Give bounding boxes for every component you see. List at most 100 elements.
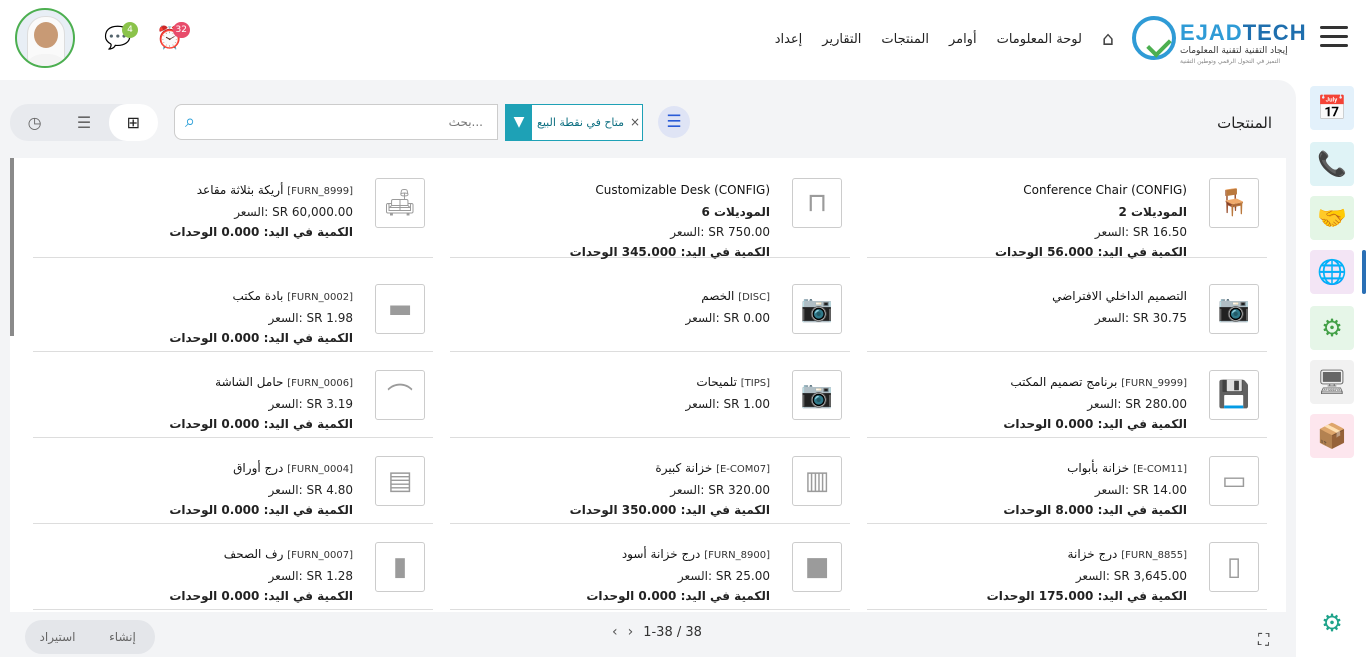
product-card[interactable]: 🛋 أريكة بثلاثة مقاعد [FURN_8999] السعر: SR…: [33, 160, 433, 258]
product-name: رف الصحف: [223, 547, 284, 561]
pager-next-icon[interactable]: ›: [628, 624, 634, 640]
product-image-pad-icon: ▬: [375, 284, 425, 334]
product-image-stand-icon: ⌒: [375, 370, 425, 420]
product-code: [FURN_8999]: [287, 186, 353, 197]
product-price: السعر: SR 30.75: [1094, 311, 1187, 325]
user-avatar[interactable]: [15, 8, 75, 68]
menu-item-dashboard[interactable]: لوحة المعلومات: [997, 32, 1082, 47]
product-price: السعر: SR 280.00: [1087, 397, 1187, 411]
menu-item-orders[interactable]: أوامر: [949, 32, 977, 47]
product-code: [FURN_0002]: [287, 292, 353, 303]
product-card[interactable]: ⌒ حامل الشاشة [FURN_0006] السعر: SR 3.19 ال…: [33, 352, 433, 438]
product-image-rack-icon: ▮: [375, 542, 425, 592]
product-code: [FURN_0006]: [287, 378, 353, 389]
product-image-placeholder-icon: 📷: [792, 370, 842, 420]
facet-remove-icon[interactable]: ×: [628, 105, 642, 140]
inventory-icon[interactable]: 📦: [1310, 414, 1354, 458]
product-quantity: الكمية في اليد: 8.000 الوحدات: [1003, 503, 1187, 517]
product-quantity: الكمية في اليد: 0.000 الوحدات: [169, 331, 353, 345]
product-code: [FURN_9999]: [1121, 378, 1187, 389]
product-price: السعر: SR 4.80: [268, 483, 353, 497]
settings-gears-icon[interactable]: ⚙: [1310, 306, 1354, 350]
settings-gear-icon[interactable]: ⚙: [1310, 601, 1354, 645]
product-price: السعر: SR 750.00: [670, 225, 770, 239]
logo-mark-icon: [1132, 16, 1176, 60]
product-card[interactable]: 📷 الخصم [DISC] السعر: SR 0.00: [450, 266, 850, 352]
crm-icon[interactable]: 🤝: [1310, 196, 1354, 240]
search-facet[interactable]: ▼ متاح في نقطة البيع ×: [505, 104, 643, 141]
calendar-icon[interactable]: 📅: [1310, 86, 1354, 130]
search-bar[interactable]: ⌕: [174, 104, 498, 140]
product-card[interactable]: ⊓ Customizable Desk (CONFIG) 6 الموديلات ا…: [450, 160, 850, 259]
product-price: السعر: SR 1.98: [268, 311, 353, 325]
product-variants: 2 الموديلات: [1118, 205, 1187, 219]
product-image-chair-icon: 🪑: [1209, 178, 1259, 228]
menu-item-configuration[interactable]: إعداد: [775, 32, 803, 47]
messages-count-badge: 4: [122, 22, 138, 38]
product-quantity: الكمية في اليد: 0.000 الوحدات: [169, 503, 353, 517]
product-name: تلميحات: [696, 375, 737, 389]
product-code: [E-COM07]: [716, 464, 770, 475]
product-card[interactable]: ▯ درج خزانة [FURN_8855] السعر: SR 3,645.00…: [867, 524, 1267, 610]
search-input[interactable]: [215, 105, 483, 139]
fullscreen-expand-icon[interactable]: ⛶: [1258, 630, 1269, 650]
product-card[interactable]: ▮ رف الصحف [FURN_0007] السعر: SR 1.28 الكمي…: [33, 524, 433, 610]
logo-subtagline: التميز في التحول الرقمي وتوطين التقنية: [1180, 58, 1281, 65]
messages-chat-icon[interactable]: 💬 4: [104, 22, 138, 52]
product-image-cabinet-icon: ▭: [1209, 456, 1259, 506]
product-quantity: الكمية في اليد: 0.000 الوحدات: [169, 417, 353, 431]
product-variants: 6 الموديلات: [701, 205, 770, 219]
product-card[interactable]: ▥ خزانة كبيرة [E-COM07] السعر: SR 320.00 ال…: [450, 438, 850, 524]
filter-funnel-icon: ▼: [506, 105, 532, 140]
search-icon[interactable]: ⌕: [185, 111, 195, 132]
product-card[interactable]: ▬ بادة مكتب [FURN_0002] السعر: SR 1.98 الكم…: [33, 266, 433, 352]
pager-value[interactable]: 1-38 / 38: [643, 625, 702, 640]
activities-clock-icon[interactable]: ⏰ 32: [156, 22, 190, 52]
product-quantity: الكمية في اليد: 345.000 الوحدات: [569, 245, 770, 259]
list-view-icon[interactable]: ☰: [59, 104, 108, 141]
product-info: التصميم الداخلي الافتراضي السعر: SR 30.7…: [877, 286, 1187, 328]
pager: ‹ › 1-38 / 38: [612, 624, 702, 640]
product-info: أريكة بثلاثة مقاعد [FURN_8999] السعر: SR …: [43, 180, 353, 242]
menu-item-reports[interactable]: التقارير: [822, 32, 861, 47]
product-card[interactable]: 💾 برنامج تصميم المكتب [FURN_9999] السعر: S…: [867, 352, 1267, 438]
product-price: السعر: SR 0.00: [685, 311, 770, 325]
contacts-icon[interactable]: 📞: [1310, 142, 1354, 186]
product-info: درج خزانة [FURN_8855] السعر: SR 3,645.00 ا…: [877, 544, 1187, 606]
product-quantity: الكمية في اليد: 175.000 الوحدات: [986, 589, 1187, 603]
pos-icon[interactable]: 🖥: [1310, 360, 1354, 404]
menu-toggle-icon[interactable]: [1320, 26, 1348, 47]
import-button[interactable]: استيراد: [25, 620, 90, 654]
product-quantity: الكمية في اليد: 0.000 الوحدات: [1003, 417, 1187, 431]
product-image-sofa-icon: 🛋: [375, 178, 425, 228]
product-price: السعر: SR 60,000.00: [234, 205, 353, 219]
product-price: السعر: SR 16.50: [1094, 225, 1187, 239]
product-name: Customizable Desk (CONFIG): [595, 183, 770, 197]
product-quantity: الكمية في اليد: 0.000 الوحدات: [169, 589, 353, 603]
product-card[interactable]: ■ درج خزانة أسود [FURN_8900] السعر: SR 25.…: [450, 524, 850, 610]
product-info: برنامج تصميم المكتب [FURN_9999] السعر: SR…: [877, 372, 1187, 434]
pager-previous-icon[interactable]: ‹: [612, 624, 618, 640]
activity-view-clock-icon[interactable]: ◷: [10, 104, 59, 141]
product-image-desk-icon: ⊓: [792, 178, 842, 228]
kanban-view-grid-icon[interactable]: ⊞: [108, 104, 158, 141]
product-image-software-icon: 💾: [1209, 370, 1259, 420]
product-name: أريكة بثلاثة مقاعد: [196, 183, 284, 197]
product-card[interactable]: 📷 التصميم الداخلي الافتراضي السعر: SR 30.…: [867, 266, 1267, 352]
product-info: درج أوراق [FURN_0004] السعر: SR 4.80 الكمي…: [43, 458, 353, 520]
product-card[interactable]: ▭ خزانة بأبواب [E-COM11] السعر: SR 14.00 ال…: [867, 438, 1267, 524]
home-icon[interactable]: ⌂: [1102, 30, 1114, 49]
website-icon[interactable]: 🌐: [1310, 250, 1366, 294]
scrollbar[interactable]: [10, 158, 14, 336]
product-card[interactable]: ▤ درج أوراق [FURN_0004] السعر: SR 4.80 الكم…: [33, 438, 433, 524]
menu-item-products[interactable]: المنتجات: [881, 32, 929, 47]
product-code: [FURN_0004]: [287, 464, 353, 475]
product-quantity: الكمية في اليد: 56.000 الوحدات: [995, 245, 1187, 259]
company-logo[interactable]: EJADTECH إيجاد التقنية لتقنية المعلومات …: [1132, 12, 1306, 68]
product-image-placeholder-icon: 📷: [792, 284, 842, 334]
create-button[interactable]: إنشاء: [90, 620, 155, 654]
filter-settings-toggle-icon[interactable]: ☰: [658, 106, 690, 138]
product-card[interactable]: 📷 تلميحات [TIPS] السعر: SR 1.00: [450, 352, 850, 438]
product-name: التصميم الداخلي الافتراضي: [1052, 289, 1187, 303]
product-card[interactable]: 🪑 Conference Chair (CONFIG) 2 الموديلات ال…: [867, 160, 1267, 259]
